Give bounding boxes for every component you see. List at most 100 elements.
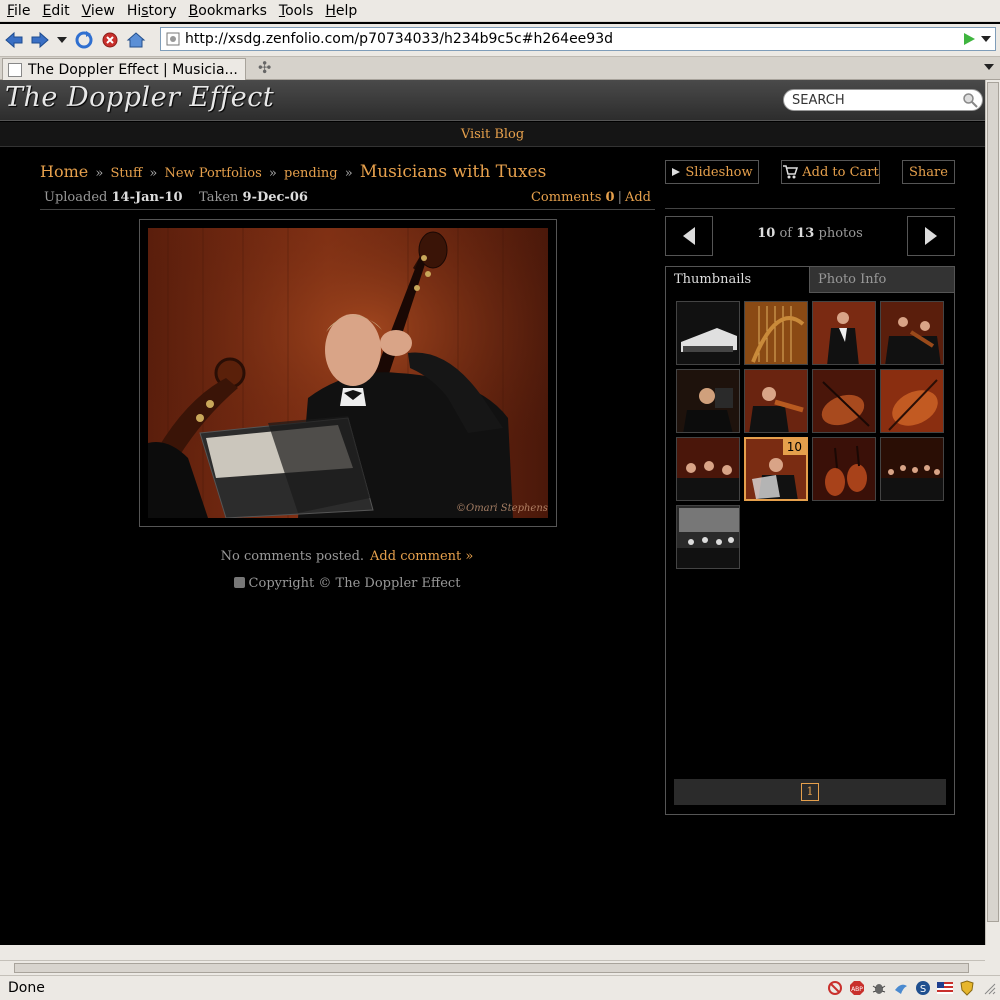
menu-help[interactable]: Help bbox=[320, 0, 364, 22]
menu-history[interactable]: History bbox=[122, 0, 184, 22]
tab-title: The Doppler Effect | Musicia... bbox=[28, 61, 238, 78]
shield-icon[interactable] bbox=[958, 979, 976, 997]
tab-bar: The Doppler Effect | Musicia... ✣ bbox=[0, 56, 1000, 80]
comments-link[interactable]: Comments 0 bbox=[531, 190, 615, 205]
breadcrumb-home[interactable]: Home bbox=[40, 162, 88, 181]
thumbnail[interactable] bbox=[812, 369, 876, 433]
thumbnail-image bbox=[677, 438, 739, 500]
thumbnail-image bbox=[813, 370, 875, 432]
blocked-icon[interactable] bbox=[826, 979, 844, 997]
menu-file[interactable]: File bbox=[2, 0, 37, 22]
thumbnail[interactable] bbox=[812, 301, 876, 365]
thumbnail[interactable] bbox=[676, 369, 740, 433]
horizontal-scrollbar[interactable] bbox=[0, 960, 985, 975]
reload-button[interactable] bbox=[72, 28, 96, 52]
new-tab-icon[interactable]: ✣ bbox=[258, 60, 274, 76]
reload-icon bbox=[75, 31, 93, 49]
menu-view[interactable]: View bbox=[77, 0, 122, 22]
breadcrumb-item-pending[interactable]: pending bbox=[284, 166, 338, 181]
status-text: Done bbox=[8, 980, 45, 996]
resize-grip-icon[interactable] bbox=[980, 979, 998, 997]
status-icons: ABP S bbox=[826, 979, 998, 997]
s-extension-icon[interactable]: S bbox=[914, 979, 932, 997]
slideshow-button[interactable]: Slideshow bbox=[665, 160, 759, 184]
thumbnail[interactable] bbox=[676, 301, 740, 365]
rss-icon[interactable] bbox=[233, 577, 245, 588]
forward-button[interactable] bbox=[28, 28, 52, 52]
thumbnail[interactable] bbox=[676, 437, 740, 501]
thumbnail-active[interactable]: 10 bbox=[744, 437, 808, 501]
add-comment-link[interactable]: Add comment » bbox=[370, 549, 473, 564]
menu-bar: File Edit View History Bookmarks Tools H… bbox=[0, 0, 1000, 22]
thumbnail[interactable] bbox=[880, 301, 944, 365]
add-to-cart-button[interactable]: Add to Cart bbox=[781, 160, 880, 184]
menu-bookmarks[interactable]: Bookmarks bbox=[184, 0, 274, 22]
thumbnail-pagination: 1 bbox=[674, 779, 946, 805]
photo-frame: ©Omari Stephens bbox=[139, 219, 557, 527]
thumbnail[interactable] bbox=[880, 437, 944, 501]
menu-tools[interactable]: Tools bbox=[274, 0, 321, 22]
vertical-scrollbar-thumb[interactable] bbox=[987, 82, 999, 922]
thumbnail[interactable] bbox=[744, 369, 808, 433]
tab-doppler-effect[interactable]: The Doppler Effect | Musicia... bbox=[2, 58, 246, 80]
vertical-scrollbar[interactable] bbox=[985, 80, 1000, 945]
visit-blog-link[interactable]: Visit Blog bbox=[461, 127, 524, 142]
back-arrow-icon bbox=[5, 31, 23, 49]
current-photo-badge: 10 bbox=[782, 439, 806, 455]
search-box[interactable] bbox=[783, 89, 983, 111]
adblock-icon[interactable]: ABP bbox=[848, 979, 866, 997]
menu-edit[interactable]: Edit bbox=[37, 0, 76, 22]
thumbnail-image bbox=[881, 438, 943, 500]
chevron-left-icon bbox=[683, 227, 695, 245]
thumbnail-image bbox=[677, 506, 739, 568]
site-title[interactable]: The Doppler Effect bbox=[5, 80, 274, 116]
taken-label: Taken bbox=[199, 190, 239, 205]
flag-icon[interactable] bbox=[936, 979, 954, 997]
tab-photo-info[interactable]: Photo Info bbox=[809, 267, 954, 293]
breadcrumb-item-stuff[interactable]: Stuff bbox=[110, 166, 142, 181]
thumbnails-panel: Thumbnails Photo Info 10 1 bbox=[665, 266, 955, 815]
next-photo-button[interactable] bbox=[907, 216, 955, 256]
share-label: Share bbox=[909, 164, 948, 180]
main-photo[interactable]: ©Omari Stephens bbox=[148, 228, 548, 518]
thumbnail[interactable] bbox=[880, 369, 944, 433]
comments-count: 0 bbox=[605, 190, 615, 205]
previous-photo-button[interactable] bbox=[665, 216, 713, 256]
go-arrow-icon[interactable] bbox=[961, 31, 977, 47]
forward-arrow-icon bbox=[31, 31, 49, 49]
url-bar[interactable]: http://xsdg.zenfolio.com/p70734033/h234b… bbox=[160, 27, 996, 51]
chevron-down-icon bbox=[57, 37, 67, 43]
url-dropdown-button[interactable] bbox=[979, 31, 993, 47]
comments-summary: Comments 0 | Add bbox=[531, 190, 651, 205]
thumbnail[interactable] bbox=[676, 505, 740, 569]
comments-label: Comments bbox=[530, 190, 602, 205]
history-dropdown-button[interactable] bbox=[54, 28, 70, 52]
bird-icon[interactable] bbox=[892, 979, 910, 997]
home-button[interactable] bbox=[124, 28, 148, 52]
thumbnail-image bbox=[745, 302, 807, 364]
horizontal-scrollbar-thumb[interactable] bbox=[14, 963, 969, 973]
search-input[interactable] bbox=[792, 92, 952, 108]
back-button[interactable] bbox=[2, 28, 26, 52]
thumbnail[interactable] bbox=[744, 301, 808, 365]
photo-counter: 10 of 13 photos bbox=[713, 226, 907, 241]
stop-button[interactable] bbox=[98, 28, 122, 52]
share-button[interactable]: Share bbox=[902, 160, 955, 184]
tab-list-chevron-icon[interactable] bbox=[984, 64, 994, 70]
scrollbar-corner bbox=[985, 960, 1000, 975]
uploaded-date: 14-Jan-10 bbox=[111, 190, 183, 205]
add-to-cart-label: Add to Cart bbox=[802, 164, 879, 180]
search-icon[interactable] bbox=[962, 92, 978, 108]
chevron-right-icon bbox=[925, 227, 937, 245]
divider bbox=[665, 208, 955, 209]
add-comment-link[interactable]: Add bbox=[625, 190, 651, 205]
tab-thumbnails[interactable]: Thumbnails bbox=[666, 267, 809, 293]
url-text[interactable]: http://xsdg.zenfolio.com/p70734033/h234b… bbox=[185, 31, 961, 47]
firebug-icon[interactable] bbox=[870, 979, 888, 997]
page-1-button[interactable]: 1 bbox=[801, 783, 819, 801]
thumbnail-image bbox=[745, 370, 807, 432]
breadcrumb-item-new-portfolios[interactable]: New Portfolios bbox=[164, 166, 261, 181]
current-photo-number: 10 bbox=[757, 226, 776, 241]
thumbnail[interactable] bbox=[812, 437, 876, 501]
slideshow-label: Slideshow bbox=[685, 164, 753, 180]
